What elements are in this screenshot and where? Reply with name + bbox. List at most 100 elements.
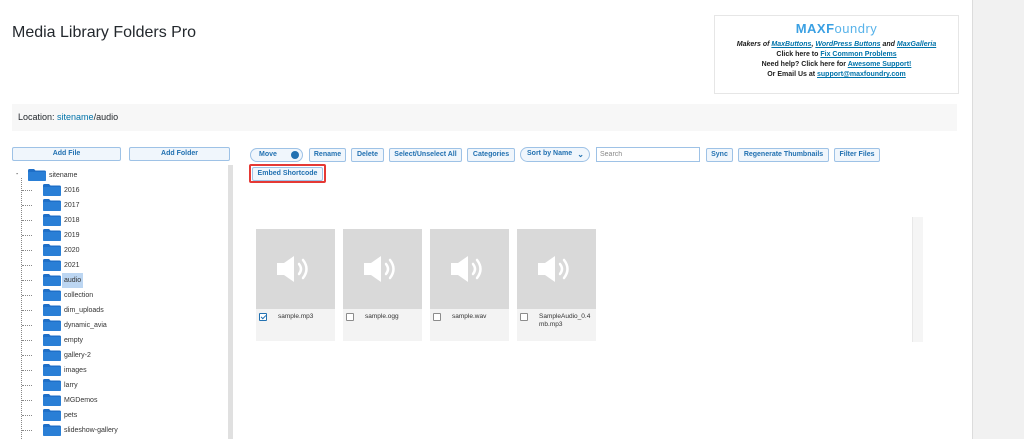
delete-button[interactable]: Delete bbox=[351, 148, 384, 162]
tree-item-label: 2021 bbox=[64, 262, 80, 269]
tree-connector-branch bbox=[22, 385, 32, 386]
tree-connector-branch bbox=[22, 265, 32, 266]
file-select-checkbox[interactable] bbox=[433, 313, 441, 321]
tree-connector-branch bbox=[22, 220, 32, 221]
tree-connector-branch bbox=[22, 400, 32, 401]
tree-item-label: audio bbox=[62, 273, 84, 288]
file-caption: SampleAudio_0.4mb.mp3 bbox=[517, 309, 596, 341]
tree-item-2016[interactable]: 2016 bbox=[43, 183, 82, 198]
folder-icon bbox=[43, 259, 61, 271]
maxbuttons-link[interactable]: MaxButtons bbox=[771, 41, 811, 48]
tree-item-2019[interactable]: 2019 bbox=[43, 228, 82, 243]
regenerate-thumbnails-button[interactable]: Regenerate Thumbnails bbox=[738, 148, 829, 162]
tree-item-pets[interactable]: pets bbox=[43, 408, 79, 423]
folder-icon bbox=[43, 334, 61, 346]
file-tile[interactable]: sample.mp3 bbox=[256, 229, 335, 344]
tree-item-2018[interactable]: 2018 bbox=[43, 213, 82, 228]
tree-item-dynamic_avia[interactable]: dynamic_avia bbox=[43, 318, 109, 333]
tree-root-sitename[interactable]: sitename bbox=[28, 168, 79, 183]
folder-icon bbox=[43, 304, 61, 316]
location-bar: Location: sitename/audio bbox=[12, 104, 957, 131]
tree-item-empty[interactable]: empty bbox=[43, 333, 85, 348]
tree-item-2021[interactable]: 2021 bbox=[43, 258, 82, 273]
tree-connector-branch bbox=[22, 325, 32, 326]
file-select-checkbox[interactable] bbox=[259, 313, 267, 321]
tree-item-audio[interactable]: audio bbox=[43, 273, 84, 288]
file-caption: sample.ogg bbox=[343, 309, 422, 341]
move-toggle[interactable]: Move bbox=[250, 148, 303, 162]
folder-icon bbox=[43, 199, 61, 211]
tree-item-slideshow-gallery[interactable]: slideshow-gallery bbox=[43, 423, 120, 438]
tree-connector-branch bbox=[22, 295, 32, 296]
tree-item-2017[interactable]: 2017 bbox=[43, 198, 82, 213]
tree-item-label: 2018 bbox=[64, 217, 80, 224]
tree-connector-branch bbox=[22, 190, 32, 191]
file-thumbnail[interactable] bbox=[343, 229, 422, 309]
file-thumbnail[interactable] bbox=[517, 229, 596, 309]
promo-box: MAXFoundry Makers of MaxButtons, WordPre… bbox=[714, 15, 959, 94]
file-select-checkbox[interactable] bbox=[520, 313, 528, 321]
folder-icon bbox=[28, 169, 46, 181]
tree-item-label: 2016 bbox=[64, 187, 80, 194]
rename-button[interactable]: Rename bbox=[309, 148, 346, 162]
tree-collapse-toggle[interactable]: - bbox=[16, 171, 18, 178]
sort-select[interactable]: Sort by Name ⌄ bbox=[520, 147, 590, 162]
folder-icon bbox=[43, 289, 61, 301]
page-title: Media Library Folders Pro bbox=[12, 24, 197, 41]
tree-connector-branch bbox=[22, 340, 32, 341]
file-thumbnail[interactable] bbox=[256, 229, 335, 309]
tree-item-label: gallery-2 bbox=[64, 352, 91, 359]
maxgalleria-link[interactable]: MaxGalleria bbox=[897, 41, 936, 48]
tree-item-images[interactable]: images bbox=[43, 363, 89, 378]
file-tile[interactable]: sample.ogg bbox=[343, 229, 422, 344]
add-file-button[interactable]: Add File bbox=[12, 147, 121, 161]
brand-thin: oundry bbox=[834, 21, 878, 36]
folder-icon bbox=[43, 244, 61, 256]
search-input[interactable] bbox=[596, 147, 700, 162]
brand-bold: MAXF bbox=[795, 21, 835, 36]
tree-item-label: collection bbox=[64, 292, 94, 299]
folder-icon bbox=[43, 409, 61, 421]
categories-button[interactable]: Categories bbox=[467, 148, 515, 162]
add-folder-button[interactable]: Add Folder bbox=[129, 147, 230, 161]
file-tile[interactable]: sample.wav bbox=[430, 229, 509, 344]
tree-item-label: 2017 bbox=[64, 202, 80, 209]
folder-icon bbox=[43, 349, 61, 361]
sync-button[interactable]: Sync bbox=[706, 148, 733, 162]
location-root-link[interactable]: sitename bbox=[57, 112, 94, 122]
filter-files-button[interactable]: Filter Files bbox=[834, 148, 880, 162]
folder-icon bbox=[43, 379, 61, 391]
file-select-checkbox[interactable] bbox=[346, 313, 354, 321]
promo-text: Or Email Us at bbox=[767, 71, 818, 78]
tree-item-label: images bbox=[64, 367, 87, 374]
tree-item-collection[interactable]: collection bbox=[43, 288, 95, 303]
file-tile[interactable]: SampleAudio_0.4mb.mp3 bbox=[517, 229, 596, 344]
tree-item-label: larry bbox=[64, 382, 78, 389]
email-link[interactable]: support@maxfoundry.com bbox=[817, 71, 906, 78]
tree-item-label: empty bbox=[64, 337, 84, 344]
tree-item-2020[interactable]: 2020 bbox=[43, 243, 82, 258]
tree-connector-branch bbox=[22, 355, 32, 356]
tree-scrollbar[interactable] bbox=[228, 165, 233, 439]
promo-line-email: Or Email Us at support@maxfoundry.com bbox=[715, 70, 958, 80]
promo-line-support: Need help? Click here for Awesome Suppor… bbox=[715, 60, 958, 70]
chevron-down-icon: ⌄ bbox=[577, 150, 584, 159]
tree-connector-branch bbox=[22, 250, 32, 251]
tree-item-gallery-2[interactable]: gallery-2 bbox=[43, 348, 93, 363]
fix-problems-link[interactable]: Fix Common Problems bbox=[820, 51, 896, 58]
tree-item-dim_uploads[interactable]: dim_uploads bbox=[43, 303, 106, 318]
file-thumbnail[interactable] bbox=[430, 229, 509, 309]
toggle-knob bbox=[291, 151, 299, 159]
folder-icon bbox=[43, 274, 61, 286]
folder-icon bbox=[43, 364, 61, 376]
tree-item-mgdemos[interactable]: MGDemos bbox=[43, 393, 99, 408]
move-label: Move bbox=[259, 151, 277, 158]
tree-item-larry[interactable]: larry bbox=[43, 378, 80, 393]
file-caption: sample.wav bbox=[430, 309, 509, 341]
file-grid-scrollbar[interactable] bbox=[912, 217, 923, 342]
select-unselect-all-button[interactable]: Select/Unselect All bbox=[389, 148, 462, 162]
support-link[interactable]: Awesome Support! bbox=[848, 61, 912, 68]
tree-item-label: pets bbox=[64, 412, 78, 419]
wordpress-buttons-link[interactable]: WordPress Buttons bbox=[815, 41, 880, 48]
folder-icon bbox=[43, 184, 61, 196]
